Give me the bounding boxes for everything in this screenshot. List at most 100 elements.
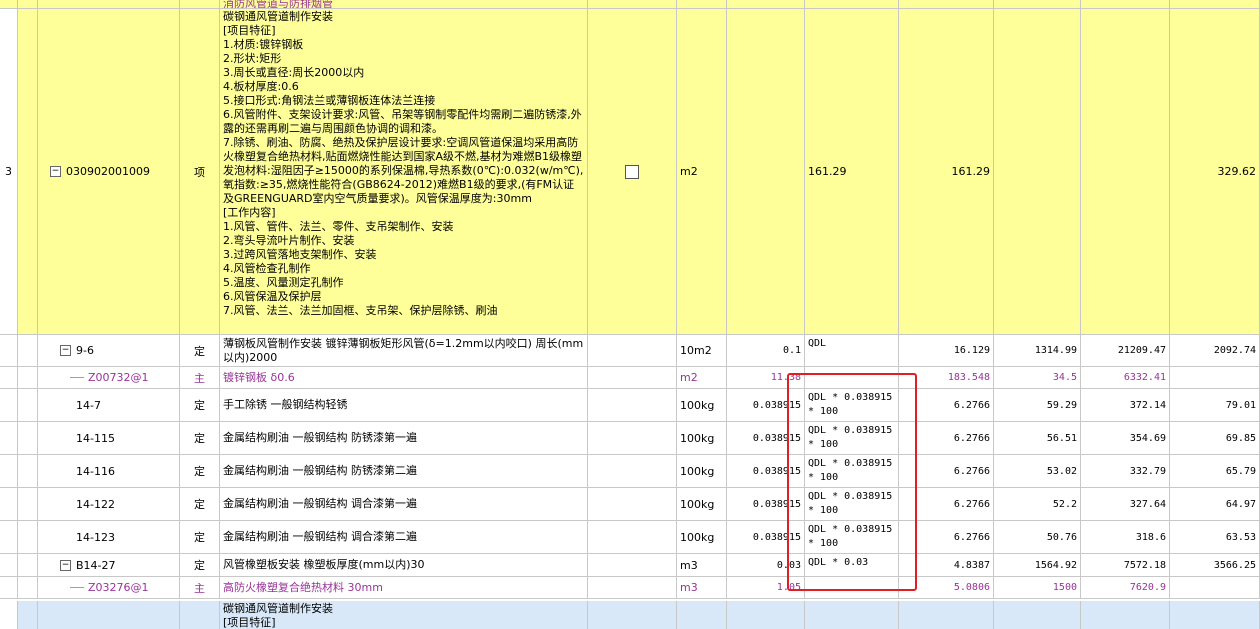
quota-qty-expression[interactable]: QDL * 0.038915 * 100	[805, 521, 899, 553]
quota-name[interactable]: 手工除锈 一般钢结构轻锈	[220, 389, 588, 421]
bill-item-row[interactable]: 3 − 030902001009 项 碳钢通风管道制作安装 [项目特征] 1.材…	[0, 9, 1260, 335]
quota-amount: 332.79	[1081, 455, 1170, 487]
quota-row[interactable]: − B14-27 定风管橡塑板安装 橡塑板厚度(mm以内)30 m3 0.03 QDL *…	[0, 554, 1260, 577]
quota-extra: 64.97	[1170, 488, 1260, 520]
quota-amount: 7620.9	[1081, 577, 1170, 598]
quota-qty-expression[interactable]: QDL * 0.038915 * 100	[805, 488, 899, 520]
item-code-cell[interactable]: − 030902001009	[38, 9, 180, 334]
quota-qty-expression[interactable]: QDL	[805, 335, 899, 366]
quota-code-cell[interactable]: 14-115	[38, 422, 180, 454]
quota-row[interactable]: Z03276@1 主高防火橡塑复合绝热材料 30mm m3 1.05 5.0806 150…	[0, 577, 1260, 599]
quota-row[interactable]: 14-123 定金属结构刷油 一般钢结构 调合漆第二遍 100kg 0.038915 Q…	[0, 521, 1260, 554]
quota-code-cell[interactable]: 14-122	[38, 488, 180, 520]
quota-content[interactable]: 1.05	[727, 577, 805, 598]
collapse-icon[interactable]: −	[60, 345, 71, 356]
grid-cell	[588, 422, 677, 454]
quota-content[interactable]: 0.03	[727, 554, 805, 576]
grid-cell	[18, 488, 38, 520]
quota-qty: 6.2766	[899, 389, 994, 421]
quota-price: 1564.92	[994, 554, 1081, 576]
grid-cell	[588, 521, 677, 553]
select-checkbox[interactable]	[625, 164, 639, 179]
quota-amount: 327.64	[1081, 488, 1170, 520]
collapse-icon[interactable]: −	[50, 166, 61, 177]
quota-content[interactable]: 0.038915	[727, 488, 805, 520]
item-total: 329.62	[1170, 9, 1260, 334]
quota-grid: 消防风管道与防排烟管 3 − 030902001009 项 碳钢通风管道制作安装…	[0, 0, 1260, 629]
quota-unit: 100kg	[677, 389, 727, 421]
quota-code: 14-116	[76, 464, 115, 478]
quota-name[interactable]: 金属结构刷油 一般钢结构 调合漆第二遍	[220, 521, 588, 553]
quota-type: 定	[180, 455, 220, 487]
quota-row[interactable]: 14-7 定手工除锈 一般钢结构轻锈 100kg 0.038915 QDL * 0.03…	[0, 389, 1260, 422]
quota-qty: 6.2766	[899, 455, 994, 487]
quota-content[interactable]: 0.038915	[727, 422, 805, 454]
quota-code-cell[interactable]: − B14-27	[38, 554, 180, 576]
quota-code-cell[interactable]: Z03276@1	[38, 577, 180, 598]
quota-code-cell[interactable]: 14-123	[38, 521, 180, 553]
quota-code: 14-123	[76, 530, 115, 544]
next-bill-item-row[interactable]: 碳钢通风管道制作安装 [项目特征]	[0, 601, 1260, 629]
row-header	[0, 577, 18, 598]
row-header	[0, 455, 18, 487]
quota-type: 定	[180, 389, 220, 421]
quota-code: 14-7	[76, 398, 101, 412]
quota-qty-expression[interactable]	[805, 367, 899, 388]
collapse-icon[interactable]: −	[60, 559, 71, 571]
item-description[interactable]: 碳钢通风管道制作安装 [项目特征] 1.材质:镀锌钢板 2.形状:矩形 3.周长…	[220, 9, 588, 334]
quota-content[interactable]: 11.38	[727, 367, 805, 388]
quota-code: 9-6	[76, 344, 94, 357]
next-item-description[interactable]: 碳钢通风管道制作安装 [项目特征]	[220, 601, 588, 629]
quota-qty-expression[interactable]: QDL * 0.038915 * 100	[805, 389, 899, 421]
quota-amount: 7572.18	[1081, 554, 1170, 576]
quota-qty-expression[interactable]	[805, 577, 899, 598]
quota-price: 50.76	[994, 521, 1081, 553]
quota-code-cell[interactable]: Z00732@1	[38, 367, 180, 388]
row-header	[0, 554, 18, 576]
quota-row[interactable]: 14-116 定金属结构刷油 一般钢结构 防锈漆第二遍 100kg 0.038915 Q…	[0, 455, 1260, 488]
quota-name[interactable]: 风管橡塑板安装 橡塑板厚度(mm以内)30	[220, 554, 588, 576]
quota-row[interactable]: 14-115 定金属结构刷油 一般钢结构 防锈漆第一遍 100kg 0.038915 Q…	[0, 422, 1260, 455]
quota-row[interactable]: Z00732@1 主镀锌钢板 δ0.6 m2 11.38 183.548 34.5 6332…	[0, 367, 1260, 389]
checkbox-cell[interactable]	[588, 9, 677, 334]
quota-qty-expression[interactable]: QDL * 0.038915 * 100	[805, 422, 899, 454]
grid-cell	[18, 521, 38, 553]
quota-code-cell[interactable]: 14-7	[38, 389, 180, 421]
quota-qty: 183.548	[899, 367, 994, 388]
quota-name[interactable]: 高防火橡塑复合绝热材料 30mm	[220, 577, 588, 598]
quota-name[interactable]: 金属结构刷油 一般钢结构 防锈漆第一遍	[220, 422, 588, 454]
tree-connector	[70, 587, 84, 588]
quota-content[interactable]: 0.1	[727, 335, 805, 366]
quota-qty-expression[interactable]: QDL * 0.03	[805, 554, 899, 576]
item-qty-expr[interactable]: 161.29	[805, 9, 899, 334]
quota-code-cell[interactable]: −9-6	[38, 335, 180, 366]
quota-name[interactable]: 金属结构刷油 一般钢结构 防锈漆第二遍	[220, 455, 588, 487]
item-type: 项	[180, 9, 220, 334]
quota-type: 定	[180, 521, 220, 553]
quota-row[interactable]: 14-122 定金属结构刷油 一般钢结构 调合漆第一遍 100kg 0.038915 Q…	[0, 488, 1260, 521]
quota-qty-expression[interactable]: QDL * 0.038915 * 100	[805, 455, 899, 487]
grid-cell	[588, 577, 677, 598]
quota-name[interactable]: 薄钢板风管制作安装 镀锌薄钢板矩形风管(δ=1.2mm以内咬口) 周长(mm以内…	[220, 335, 588, 366]
quota-qty: 16.129	[899, 335, 994, 366]
quota-content[interactable]: 0.038915	[727, 389, 805, 421]
partial-desc: 消防风管道与防排烟管	[220, 0, 588, 8]
partial-row-top[interactable]: 消防风管道与防排烟管	[0, 0, 1260, 9]
quota-qty: 4.8387	[899, 554, 994, 576]
grid-cell	[18, 389, 38, 421]
quota-qty: 5.0806	[899, 577, 994, 598]
quota-amount: 372.14	[1081, 389, 1170, 421]
quota-qty: 6.2766	[899, 488, 994, 520]
quota-name[interactable]: 镀锌钢板 δ0.6	[220, 367, 588, 388]
quota-content[interactable]: 0.038915	[727, 455, 805, 487]
quota-code-cell[interactable]: 14-116	[38, 455, 180, 487]
quota-extra: 69.85	[1170, 422, 1260, 454]
grid-cell	[588, 488, 677, 520]
quota-unit: 10m2	[677, 335, 727, 366]
quota-name[interactable]: 金属结构刷油 一般钢结构 调合漆第一遍	[220, 488, 588, 520]
quota-price: 34.5	[994, 367, 1081, 388]
quota-row[interactable]: −9-6 定薄钢板风管制作安装 镀锌薄钢板矩形风管(δ=1.2mm以内咬口) 周长…	[0, 335, 1260, 367]
quota-content[interactable]: 0.038915	[727, 521, 805, 553]
quota-extra: 63.53	[1170, 521, 1260, 553]
item-qty: 161.29	[899, 9, 994, 334]
